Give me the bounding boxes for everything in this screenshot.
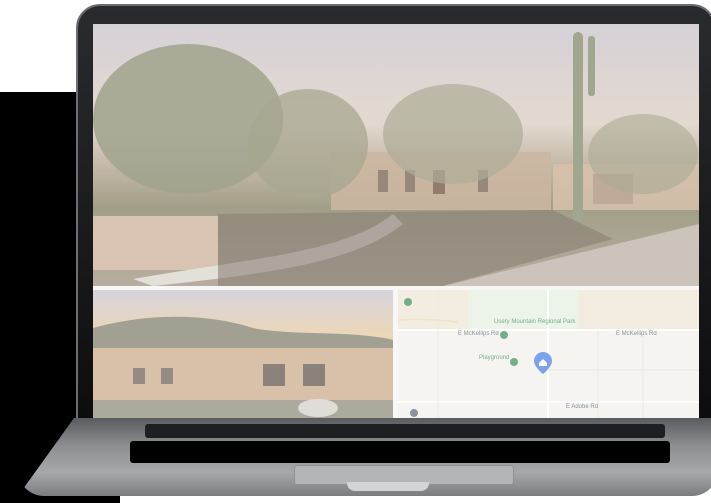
screen-fade-overlay: [93, 24, 699, 418]
laptop: Usery Mountain Regional Park E McKellips…: [0, 0, 711, 503]
laptop-screen: Usery Mountain Regional Park E McKellips…: [93, 24, 699, 418]
laptop-notch: [347, 482, 429, 491]
laptop-hinge: [145, 424, 665, 438]
keyboard: [130, 441, 670, 463]
